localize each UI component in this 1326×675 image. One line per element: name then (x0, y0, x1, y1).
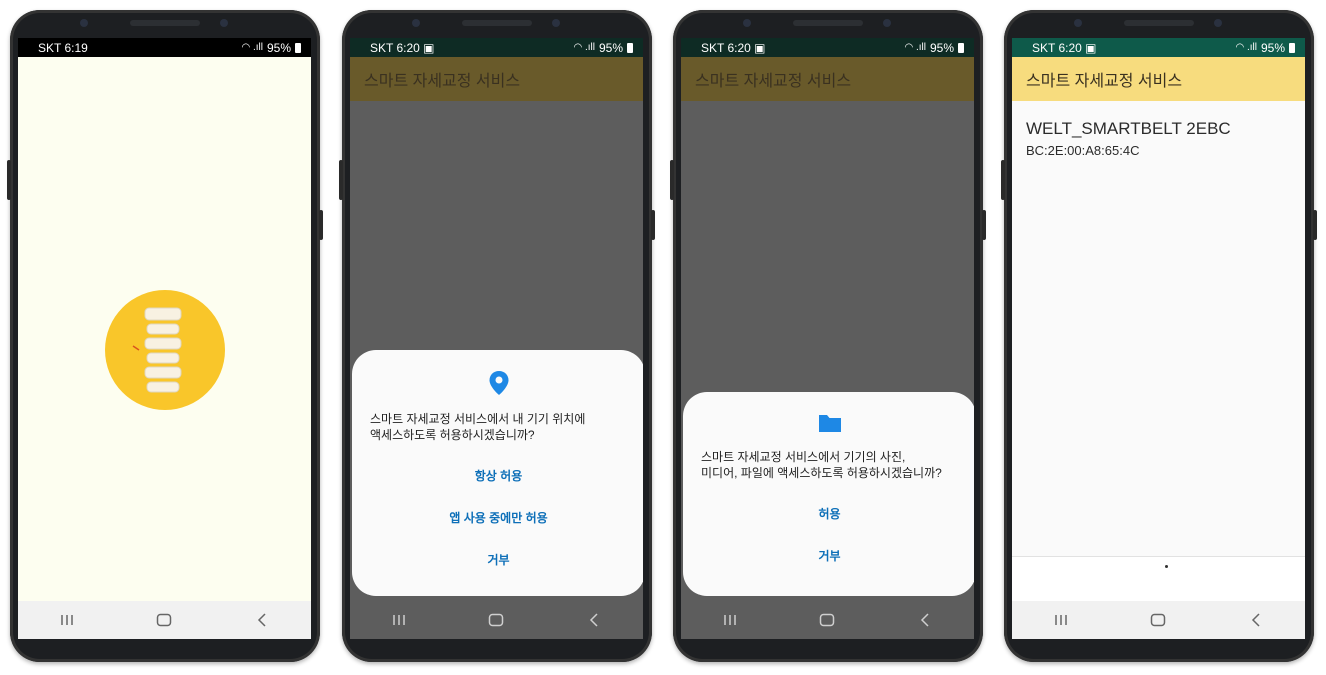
navigation-bar (350, 601, 643, 639)
recent-apps-icon[interactable] (47, 608, 87, 632)
device-list: WELT_SMARTBELT 2EBC BC:2E:00:A8:65:4C (1012, 101, 1305, 556)
home-icon[interactable] (807, 608, 847, 632)
wifi-signal-icon: ◠ .ıll (904, 42, 926, 53)
message-line: 액세스하도록 허용하시겠습니까? (370, 428, 535, 442)
dialog-icon-wrap (701, 412, 958, 439)
side-button (319, 210, 323, 240)
navigation-bar (1012, 601, 1305, 639)
screen: SKT 6:19 ◠ .ıll 95% (18, 38, 311, 639)
front-camera (743, 19, 751, 27)
screen: SKT 6:20 ▣ ◠ .ıll 95% 스마트 자세교정 서비스 스마트 자… (681, 38, 974, 639)
carrier-time: SKT 6:20 ▣ (1032, 40, 1097, 55)
screen: SKT 6:20 ▣ ◠ .ıll 95% 스마트 자세교정 서비스 WELT_… (1012, 38, 1305, 639)
status-bar: SKT 6:20 ▣ ◠ .ıll 95% (1012, 38, 1305, 57)
battery-icon (627, 42, 633, 53)
allow-while-using-button[interactable]: 앱 사용 중에만 허용 (370, 497, 627, 539)
battery-icon (958, 42, 964, 53)
loading-indicator (1165, 565, 1168, 568)
location-pin-icon (489, 371, 508, 395)
message-line: 스마트 자세교정 서비스에서 기기의 사진, (701, 450, 906, 464)
image-notification-icon: ▣ (754, 40, 766, 55)
list-divider (1012, 556, 1305, 557)
recent-apps-icon[interactable] (379, 608, 419, 632)
speaker-grille (1124, 20, 1194, 26)
sensor (552, 19, 560, 27)
status-bar: SKT 6:20 ▣ ◠ .ıll 95% (681, 38, 974, 57)
recent-apps-icon[interactable] (1041, 608, 1081, 632)
battery-icon (295, 42, 301, 53)
speaker-grille (793, 20, 863, 26)
message-line: 스마트 자세교정 서비스에서 내 기기 위치에 (370, 412, 586, 426)
back-icon[interactable] (905, 608, 945, 632)
status-bar: SKT 6:20 ▣ ◠ .ıll 95% (350, 38, 643, 57)
carrier-time: SKT 6:19 (38, 40, 88, 55)
side-button (1001, 160, 1005, 200)
home-icon[interactable] (144, 608, 184, 632)
app-title: 스마트 자세교정 서비스 (695, 73, 852, 90)
spine-logo (105, 290, 225, 410)
wifi-signal-icon: ◠ .ıll (241, 42, 263, 53)
battery-percent: 95% (598, 40, 623, 55)
deny-button[interactable]: 거부 (370, 539, 627, 581)
sensor (220, 19, 228, 27)
carrier-time: SKT 6:20 ▣ (701, 40, 766, 55)
deny-button[interactable]: 거부 (701, 535, 958, 577)
phone-splash: SKT 6:19 ◠ .ıll 95% (7, 10, 323, 662)
status-bar: SKT 6:19 ◠ .ıll 95% (18, 38, 311, 57)
carrier-time: SKT 6:20 ▣ (370, 40, 435, 55)
app-title: 스마트 자세교정 서비스 (364, 73, 521, 90)
wifi-signal-icon: ◠ .ıll (1235, 42, 1257, 53)
speaker-grille (130, 20, 200, 26)
app-title: 스마트 자세교정 서비스 (1026, 73, 1183, 90)
home-icon[interactable] (476, 608, 516, 632)
back-icon[interactable] (574, 608, 614, 632)
image-notification-icon: ▣ (423, 40, 435, 55)
navigation-bar (681, 601, 974, 639)
phone-storage-permission: SKT 6:20 ▣ ◠ .ıll 95% 스마트 자세교정 서비스 스마트 자… (670, 10, 986, 662)
front-camera (1074, 19, 1082, 27)
folder-icon (818, 415, 841, 432)
battery-percent: 95% (929, 40, 954, 55)
back-icon[interactable] (1236, 608, 1276, 632)
front-camera (412, 19, 420, 27)
side-button (7, 160, 11, 200)
device-address: BC:2E:00:A8:65:4C (1026, 143, 1140, 158)
home-icon[interactable] (1138, 608, 1178, 632)
location-permission-dialog: 스마트 자세교정 서비스에서 내 기기 위치에 액세스하도록 허용하시겠습니까?… (352, 350, 643, 596)
spine-icon (132, 307, 182, 393)
storage-permission-dialog: 스마트 자세교정 서비스에서 기기의 사진, 미디어, 파일에 액세스하도록 허… (683, 392, 974, 596)
app-bar: 스마트 자세교정 서비스 (681, 57, 974, 101)
battery-percent: 95% (1260, 40, 1285, 55)
dialog-message: 스마트 자세교정 서비스에서 내 기기 위치에 액세스하도록 허용하시겠습니까? (370, 411, 627, 443)
phone-location-permission: SKT 6:20 ▣ ◠ .ıll 95% 스마트 자세교정 서비스 스마트 자… (339, 10, 655, 662)
speaker-grille (462, 20, 532, 26)
device-list-item[interactable]: WELT_SMARTBELT 2EBC BC:2E:00:A8:65:4C (1012, 101, 1305, 158)
side-button (670, 160, 674, 200)
side-button (339, 160, 343, 200)
message-line: 미디어, 파일에 액세스하도록 허용하시겠습니까? (701, 466, 942, 480)
dialog-icon-wrap (370, 370, 627, 401)
app-bar: 스마트 자세교정 서비스 (350, 57, 643, 101)
wifi-signal-icon: ◠ .ıll (573, 42, 595, 53)
screen: SKT 6:20 ▣ ◠ .ıll 95% 스마트 자세교정 서비스 스마트 자… (350, 38, 643, 639)
app-bar: 스마트 자세교정 서비스 (1012, 57, 1305, 101)
dialog-message: 스마트 자세교정 서비스에서 기기의 사진, 미디어, 파일에 액세스하도록 허… (701, 449, 958, 481)
phone-device-list: SKT 6:20 ▣ ◠ .ıll 95% 스마트 자세교정 서비스 WELT_… (1001, 10, 1317, 662)
front-camera (80, 19, 88, 27)
image-notification-icon: ▣ (1085, 40, 1097, 55)
recent-apps-icon[interactable] (710, 608, 750, 632)
sensor (883, 19, 891, 27)
back-icon[interactable] (242, 608, 282, 632)
side-button (651, 210, 655, 240)
side-button (1313, 210, 1317, 240)
sensor (1214, 19, 1222, 27)
battery-percent: 95% (266, 40, 291, 55)
allow-button[interactable]: 허용 (701, 493, 958, 535)
battery-icon (1289, 42, 1295, 53)
allow-always-button[interactable]: 항상 허용 (370, 455, 627, 497)
device-name: WELT_SMARTBELT 2EBC (1026, 119, 1231, 138)
navigation-bar (18, 601, 311, 639)
side-button (982, 210, 986, 240)
